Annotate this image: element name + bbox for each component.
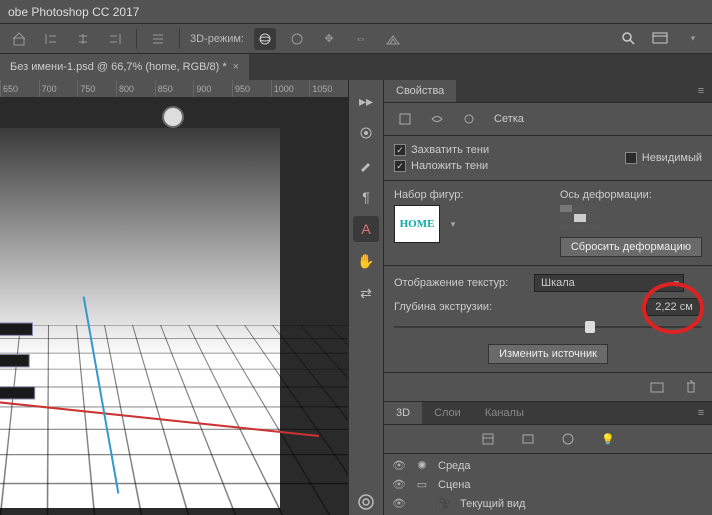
document-tab-bar: Без имени-1.psd @ 66,7% (home, RGB/8) * … <box>0 54 712 80</box>
panel-menu-icon[interactable]: ≡ <box>690 80 712 102</box>
document-tab-label: Без имени-1.psd @ 66,7% (home, RGB/8) * <box>10 61 227 73</box>
texture-map-label: Отображение текстур: <box>394 277 524 289</box>
align-left-icon[interactable] <box>40 28 62 50</box>
filter-mesh-icon[interactable] <box>517 429 539 449</box>
collapse-icon[interactable]: ▸▸ <box>353 88 379 114</box>
swap-icon[interactable]: ⇄ <box>353 280 379 306</box>
home-icon[interactable] <box>8 28 30 50</box>
scene-icon: ▭ <box>414 478 430 491</box>
chevron-down-icon[interactable]: ▾ <box>682 28 704 50</box>
layer-environment[interactable]: 👁 ✺ Среда <box>384 456 712 475</box>
cc-libraries-icon[interactable] <box>353 489 379 515</box>
workspace-menu-icon[interactable] <box>650 28 672 50</box>
scale-3d-icon[interactable] <box>382 28 404 50</box>
document-tab[interactable]: Без имени-1.psd @ 66,7% (home, RGB/8) * … <box>0 54 249 80</box>
title-bar: obe Photoshop CC 2017 <box>0 0 712 24</box>
extruded-text[interactable]: ME <box>0 298 33 425</box>
extrude-depth-label: Глубина экструзии: <box>394 301 524 313</box>
mesh-mode-icon[interactable] <box>394 109 416 129</box>
align-center-icon[interactable] <box>72 28 94 50</box>
adjust-icon[interactable] <box>353 120 379 146</box>
canvas-area: 65070075080085090095010001050 ME <box>0 80 348 515</box>
paragraph-icon[interactable]: ¶ <box>353 184 379 210</box>
align-right-icon[interactable] <box>104 28 126 50</box>
render-icon[interactable] <box>646 377 668 397</box>
brush-icon[interactable] <box>353 152 379 178</box>
options-bar: 3D-режим: ✥ ⇔ ▾ <box>0 24 712 54</box>
hand-tool-icon[interactable]: ✋ <box>353 248 379 274</box>
tool-strip: ▸▸ ¶ A ✋ ⇄ <box>348 80 384 515</box>
deform-axis-label: Ось деформации: <box>560 189 702 201</box>
tab-3d[interactable]: 3D <box>384 402 422 424</box>
visibility-icon[interactable]: 👁 <box>392 478 406 491</box>
environment-icon: ✺ <box>414 459 430 472</box>
type-tool-icon[interactable]: A <box>353 216 379 242</box>
catch-shadows-checkbox[interactable]: ✓Захватить тени <box>394 144 489 156</box>
deform-axis-grid[interactable] <box>560 205 600 231</box>
filter-scene-icon[interactable] <box>477 429 499 449</box>
right-panels: Свойства ≡ Сетка ✓Захватить тени ✓Наложи… <box>384 80 712 515</box>
visibility-icon[interactable]: 👁 <box>392 497 406 510</box>
layer-scene[interactable]: 👁 ▭ Сцена <box>384 475 712 494</box>
slide-icon[interactable]: ⇔ <box>350 28 372 50</box>
app-title: obe Photoshop CC 2017 <box>8 5 139 19</box>
extrude-depth-slider[interactable] <box>394 320 702 334</box>
close-tab-icon[interactable]: × <box>233 61 239 73</box>
invisible-checkbox[interactable]: Невидимый <box>625 152 702 164</box>
viewport[interactable]: ME <box>0 98 348 515</box>
layer-current-view[interactable]: 👁 🎥 Текущий вид <box>384 494 712 513</box>
trash-icon[interactable] <box>680 377 702 397</box>
ruler-horizontal: 65070075080085090095010001050 <box>0 80 348 98</box>
light-widget[interactable] <box>164 108 182 126</box>
distribute-icon[interactable] <box>147 28 169 50</box>
reset-deform-button[interactable]: Сбросить деформацию <box>560 237 702 257</box>
properties-tab[interactable]: Свойства <box>384 80 456 102</box>
extrude-depth-value[interactable]: 2,22 см <box>646 298 702 316</box>
roll-icon[interactable] <box>286 28 308 50</box>
preset-dropdown-icon[interactable]: ▾ <box>442 214 464 234</box>
texture-map-select[interactable]: Шкала <box>534 274 684 292</box>
orbit-icon[interactable] <box>254 28 276 50</box>
pan-icon[interactable]: ✥ <box>318 28 340 50</box>
cap-mode-icon[interactable] <box>458 109 480 129</box>
change-source-button[interactable]: Изменить источник <box>488 344 608 364</box>
visibility-icon[interactable]: 👁 <box>392 459 406 472</box>
mode-3d-label: 3D-режим: <box>190 33 244 45</box>
shape-preset-label: Набор фигур: <box>394 189 464 201</box>
cast-shadows-checkbox[interactable]: ✓Наложить тени <box>394 160 489 172</box>
deform-mode-icon[interactable] <box>426 109 448 129</box>
filter-light-icon[interactable]: 💡 <box>597 429 619 449</box>
tab-layers[interactable]: Слои <box>422 402 473 424</box>
search-icon[interactable] <box>618 28 640 50</box>
filter-material-icon[interactable] <box>557 429 579 449</box>
panel-menu-icon-2[interactable]: ≡ <box>690 402 712 424</box>
camera-icon: 🎥 <box>436 497 452 510</box>
mesh-label: Сетка <box>494 113 524 125</box>
layers-3d-list: 👁 ✺ Среда 👁 ▭ Сцена 👁 🎥 Текущий вид <box>384 454 712 515</box>
tab-channels[interactable]: Каналы <box>473 402 536 424</box>
shape-preset-thumb[interactable]: HOME <box>394 205 440 243</box>
